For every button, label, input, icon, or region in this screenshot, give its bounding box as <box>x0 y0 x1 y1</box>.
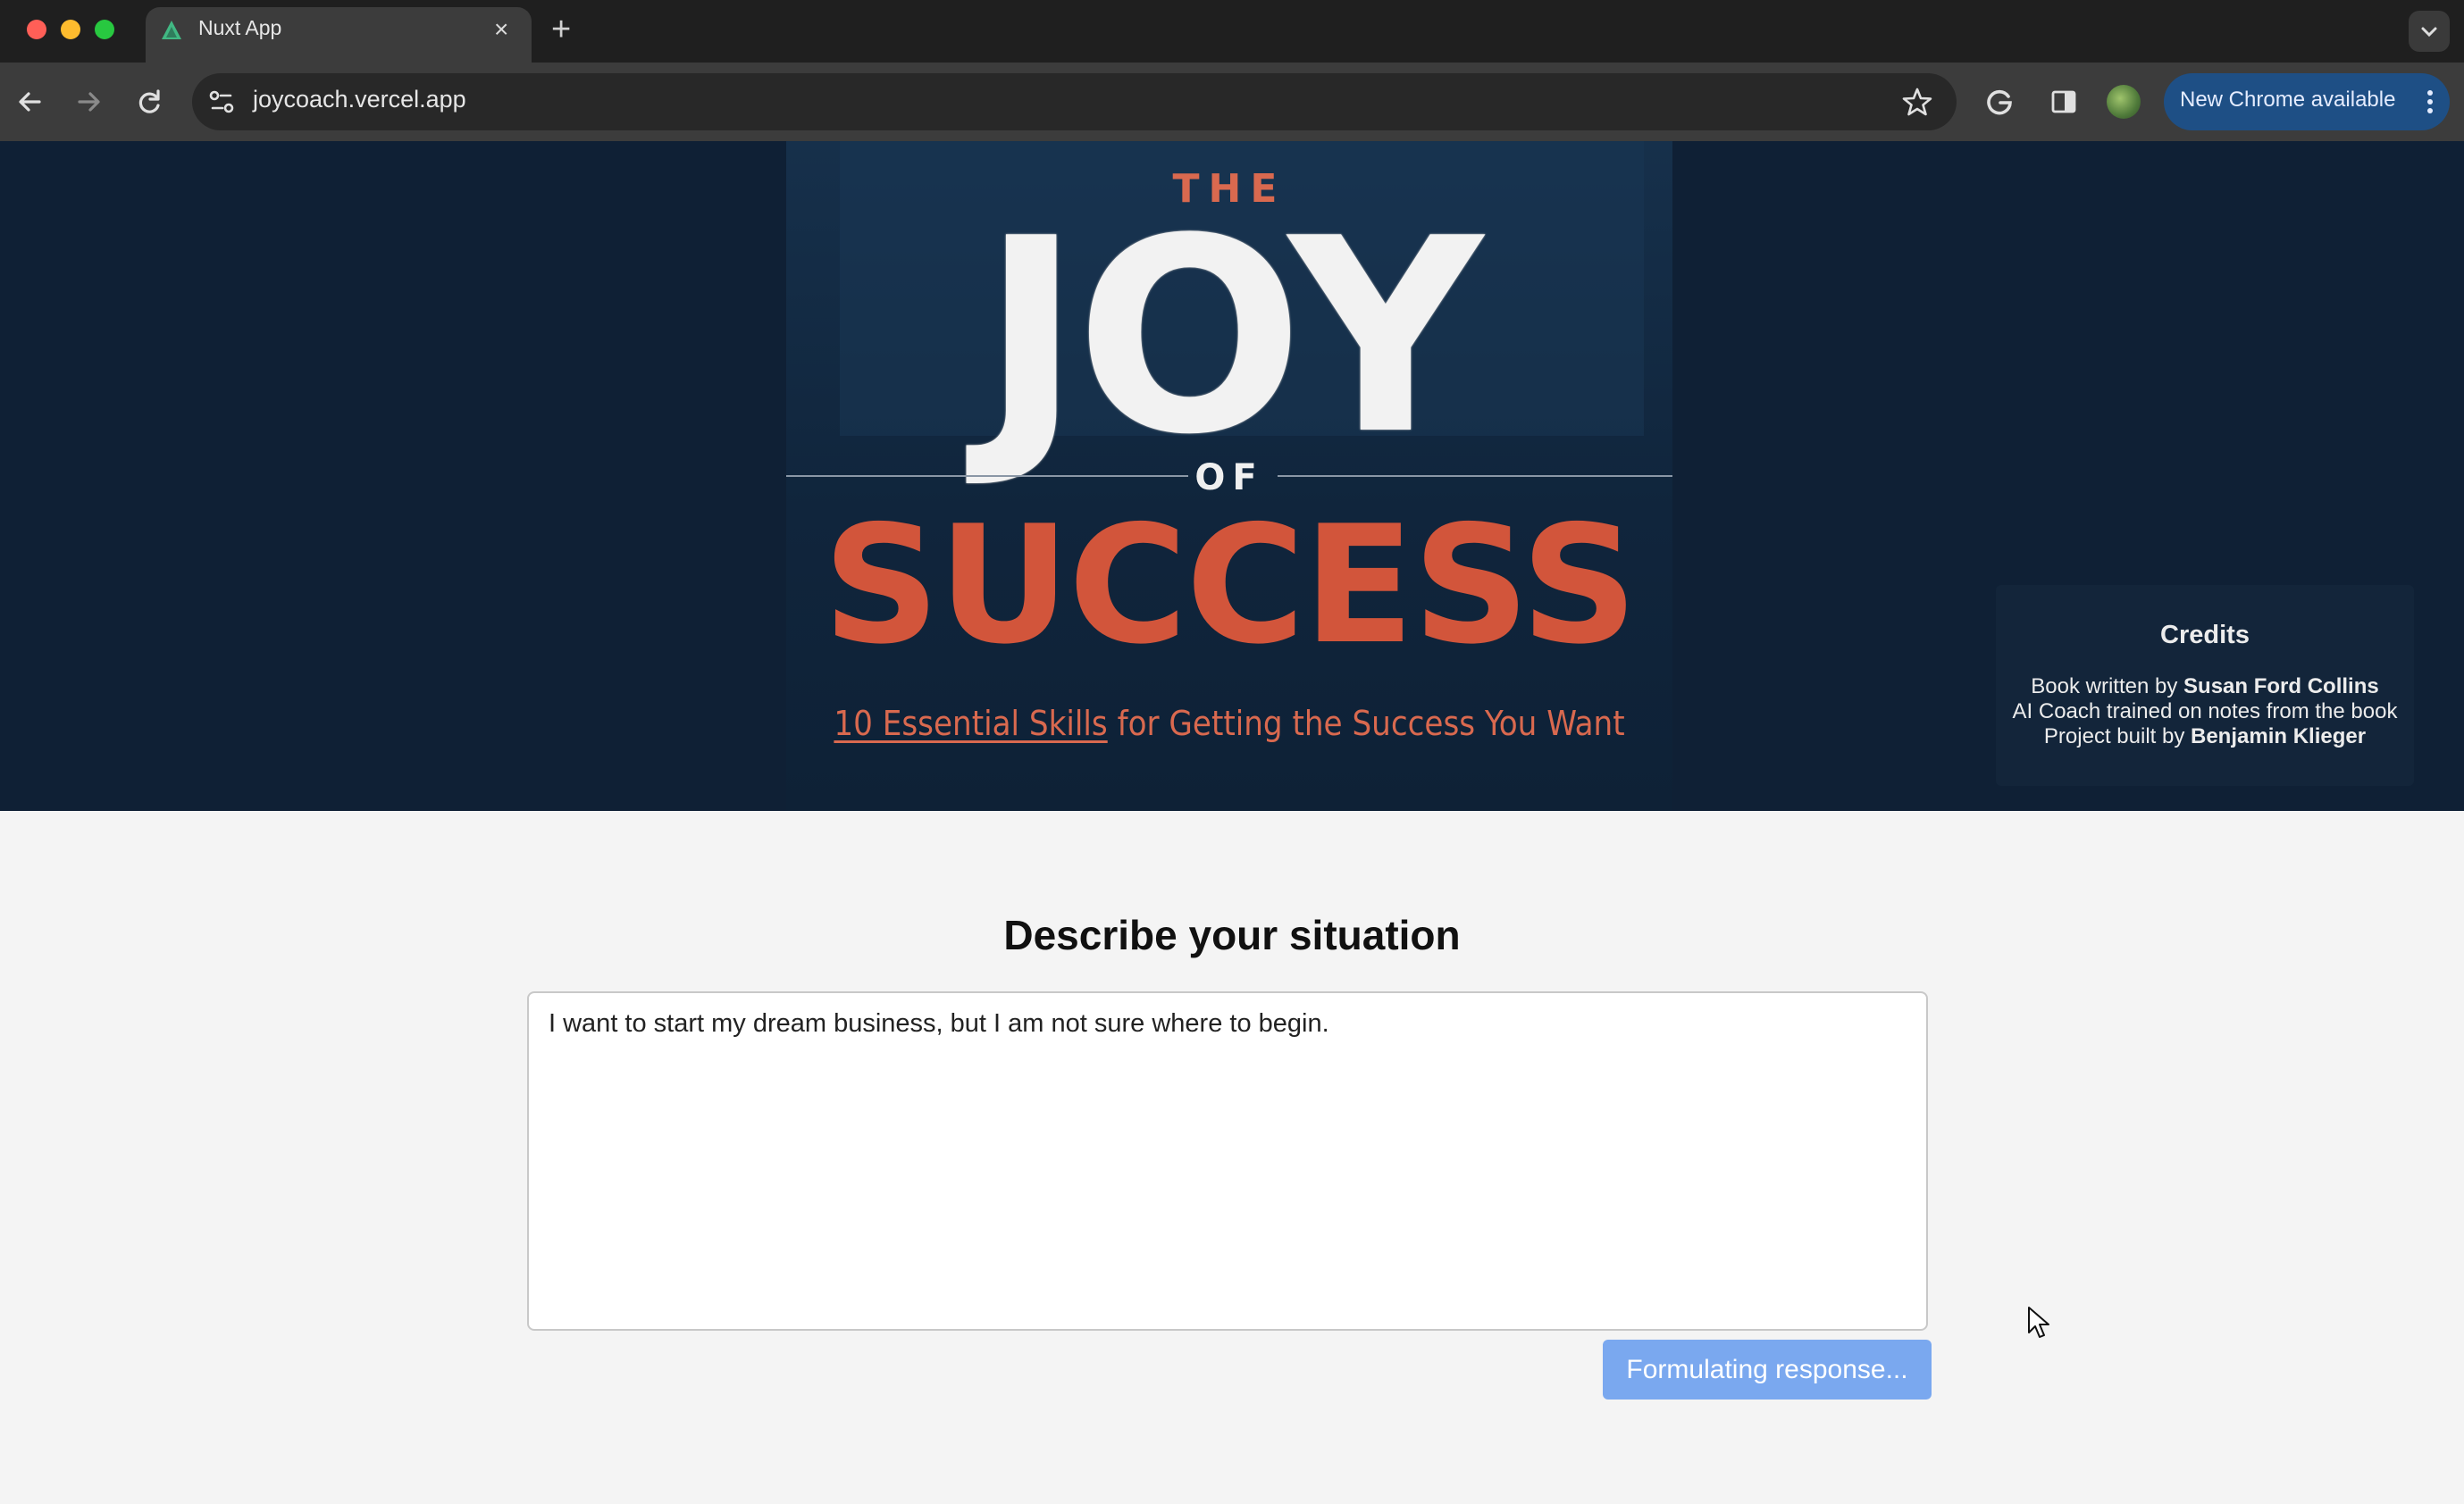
side-panel-icon[interactable] <box>2042 80 2085 123</box>
book-cover-subtitle-rest: for Getting the Success You Want <box>1107 704 1625 743</box>
back-icon[interactable] <box>9 80 52 123</box>
update-button-label: New Chrome available <box>2180 88 2396 112</box>
credit-builder-line: Project built by Benjamin Klieger <box>1996 724 2414 749</box>
credit-author-prefix: Book written by <box>2031 674 2184 698</box>
mouse-cursor-icon <box>2028 1307 2049 1338</box>
book-cover-success: SUCCESS <box>822 490 1638 680</box>
credit-builder-prefix: Project built by <box>2043 724 2191 748</box>
credit-author-line: Book written by Susan Ford Collins <box>1996 674 2414 699</box>
tab-search-button[interactable] <box>2409 11 2450 52</box>
close-window-button[interactable] <box>27 20 46 39</box>
credit-builder-name: Benjamin Klieger <box>2191 724 2367 748</box>
profile-avatar[interactable] <box>2107 85 2141 119</box>
bookmark-star-icon[interactable] <box>1898 82 1937 121</box>
page-heading: Describe your situation <box>1003 912 1461 958</box>
more-menu-icon[interactable] <box>2418 82 2443 121</box>
google-lens-icon[interactable] <box>1979 80 2022 123</box>
credits-title: Credits <box>2160 621 2250 649</box>
tab-close-icon[interactable]: × <box>494 12 508 47</box>
situation-textarea[interactable]: I want to start my dream business, but I… <box>527 991 1928 1331</box>
minimize-window-button[interactable] <box>61 20 80 39</box>
chevron-down-icon <box>2421 27 2437 38</box>
url-text: joycoach.vercel.app <box>253 86 466 113</box>
credit-ai-line: AI Coach trained on notes from the book <box>2012 699 2398 723</box>
submit-button[interactable]: Formulating response... <box>1603 1340 1932 1400</box>
book-cover-subtitle: 10 Essential Skills for Getting the Succ… <box>786 704 1672 743</box>
book-cover-subtitle-emphasis: 10 Essential Skills <box>834 704 1108 743</box>
new-tab-icon[interactable]: + <box>551 9 571 50</box>
credit-author-name: Susan Ford Collins <box>2183 674 2379 698</box>
tab-title: Nuxt App <box>198 16 282 39</box>
site-settings-icon[interactable] <box>202 82 241 121</box>
maximize-window-button[interactable] <box>95 20 114 39</box>
forward-icon[interactable] <box>67 80 110 123</box>
nuxt-favicon-icon <box>162 21 181 39</box>
reload-icon[interactable] <box>128 80 171 123</box>
book-cover-joy: JOY <box>981 181 1482 493</box>
